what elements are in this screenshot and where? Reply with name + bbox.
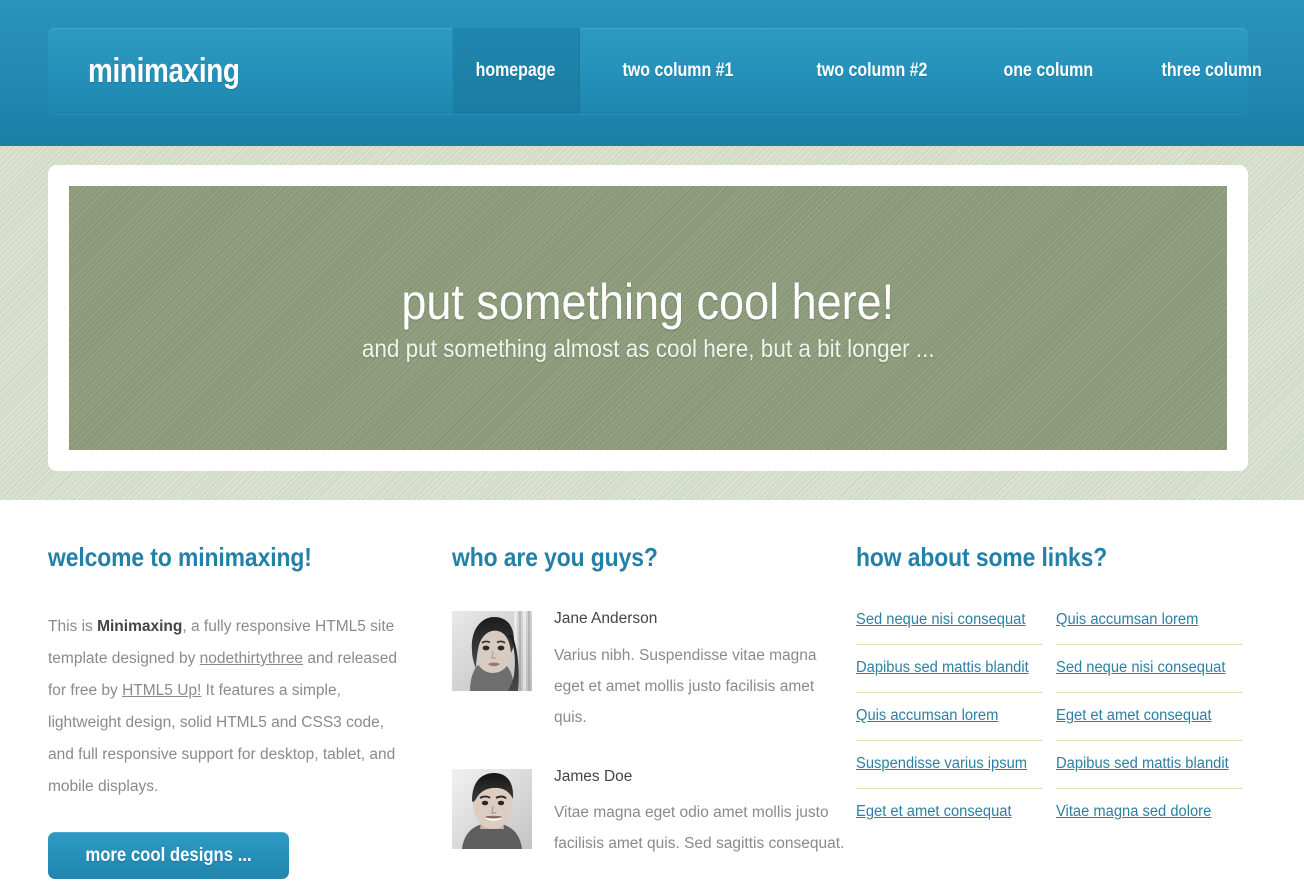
nav-item-two-column-1[interactable]: two column #1 — [580, 28, 775, 114]
banner-title: put something cool here! — [401, 273, 895, 330]
site-logo[interactable]: minimaxing — [48, 28, 452, 114]
person-description: Varius nibh. Suspendisse vitae magna ege… — [554, 646, 817, 726]
link-row: Eget et amet consequat — [856, 803, 1042, 821]
link-row: Eget et amet consequat — [1056, 707, 1242, 741]
header-bar: minimaxing homepage two column #1 two co… — [48, 28, 1262, 114]
banner-image: put something cool here! and put somethi… — [69, 186, 1227, 450]
link-nodethirtythree[interactable]: nodethirtythree — [200, 650, 303, 667]
link-row: Sed neque nisi consequat — [856, 611, 1042, 645]
link-item[interactable]: Eget et amet consequat — [1056, 707, 1212, 725]
people-title: who are you guys? — [452, 542, 658, 572]
site-logo-text: minimaxing — [88, 51, 240, 90]
avatar-jane-anderson — [452, 611, 532, 691]
people-column: who are you guys? Jane Anderson Varius n… — [452, 542, 856, 895]
nav-item-three-column[interactable]: three column — [1127, 28, 1297, 114]
person-entry: Jane Anderson Varius nibh. Suspendisse v… — [452, 611, 846, 733]
links-grid: Sed neque nisi consequat Dapibus sed mat… — [856, 611, 1256, 821]
site-header: minimaxing homepage two column #1 two co… — [0, 0, 1304, 146]
link-row: Dapibus sed mattis blandit — [1056, 755, 1242, 789]
link-row: Dapibus sed mattis blandit — [856, 659, 1042, 693]
welcome-brand: Minimaxing — [97, 618, 183, 635]
link-item[interactable]: Dapibus sed mattis blandit — [1056, 755, 1229, 773]
welcome-title: welcome to minimaxing! — [48, 542, 312, 572]
person-entry: James Doe Vitae magna eget odio amet mol… — [452, 767, 846, 860]
nav-item-label: two column #2 — [816, 60, 928, 81]
person-name: James Doe — [554, 767, 633, 785]
links-column-right: Quis accumsan lorem Sed neque nisi conse… — [1056, 611, 1242, 821]
nav-item-label: two column #1 — [622, 60, 733, 81]
link-item[interactable]: Sed neque nisi consequat — [1056, 659, 1225, 677]
link-item[interactable]: Eget et amet consequat — [856, 803, 1012, 821]
nav-item-two-column-2[interactable]: two column #2 — [775, 28, 969, 114]
banner-band: put something cool here! and put somethi… — [0, 146, 1304, 500]
person-body: James Doe Vitae magna eget odio amet mol… — [554, 767, 846, 860]
link-item[interactable]: Sed neque nisi consequat — [856, 611, 1025, 629]
avatar-james-doe — [452, 768, 532, 849]
link-item[interactable]: Quis accumsan lorem — [1056, 611, 1198, 629]
link-row: Sed neque nisi consequat — [1056, 659, 1242, 693]
link-row: Quis accumsan lorem — [856, 707, 1042, 741]
link-item[interactable]: Dapibus sed mattis blandit — [856, 659, 1029, 677]
banner-frame: put something cool here! and put somethi… — [48, 165, 1248, 471]
link-row: Quis accumsan lorem — [1056, 611, 1242, 645]
person-name: Jane Anderson — [554, 610, 658, 627]
link-item[interactable]: Suspendisse varius ipsum — [856, 755, 1027, 773]
person-body: Jane Anderson Varius nibh. Suspendisse v… — [554, 611, 846, 733]
links-column-left: Sed neque nisi consequat Dapibus sed mat… — [856, 611, 1042, 821]
nav-item-label: homepage — [476, 60, 556, 81]
links-title: how about some links? — [856, 542, 1108, 572]
more-cool-designs-button[interactable]: more cool designs ... — [48, 832, 289, 879]
welcome-text-1: This is — [48, 618, 98, 635]
link-html5up[interactable]: HTML5 Up! — [122, 682, 201, 699]
more-cool-designs-label: more cool designs ... — [85, 844, 252, 866]
main-navigation: homepage two column #1 two column #2 one… — [452, 28, 1297, 114]
link-item[interactable]: Quis accumsan lorem — [856, 707, 998, 725]
nav-item-one-column[interactable]: one column — [969, 28, 1127, 114]
link-row: Suspendisse varius ipsum — [856, 755, 1042, 789]
nav-item-homepage[interactable]: homepage — [452, 28, 580, 114]
main-content: welcome to minimaxing! This is Minimaxin… — [0, 500, 1304, 895]
nav-item-label: one column — [1003, 60, 1093, 81]
link-item[interactable]: Vitae magna sed dolore — [1056, 803, 1211, 821]
link-row: Vitae magna sed dolore — [1056, 803, 1242, 821]
banner-subtitle: and put something almost as cool here, b… — [361, 334, 935, 363]
welcome-paragraph: This is Minimaxing, a fully responsive H… — [48, 611, 397, 803]
nav-item-label: three column — [1161, 60, 1263, 81]
welcome-column: welcome to minimaxing! This is Minimaxin… — [48, 542, 452, 895]
links-column: how about some links? Sed neque nisi con… — [856, 542, 1256, 895]
person-description: Vitae magna eget odio amet mollis justo … — [554, 804, 845, 852]
